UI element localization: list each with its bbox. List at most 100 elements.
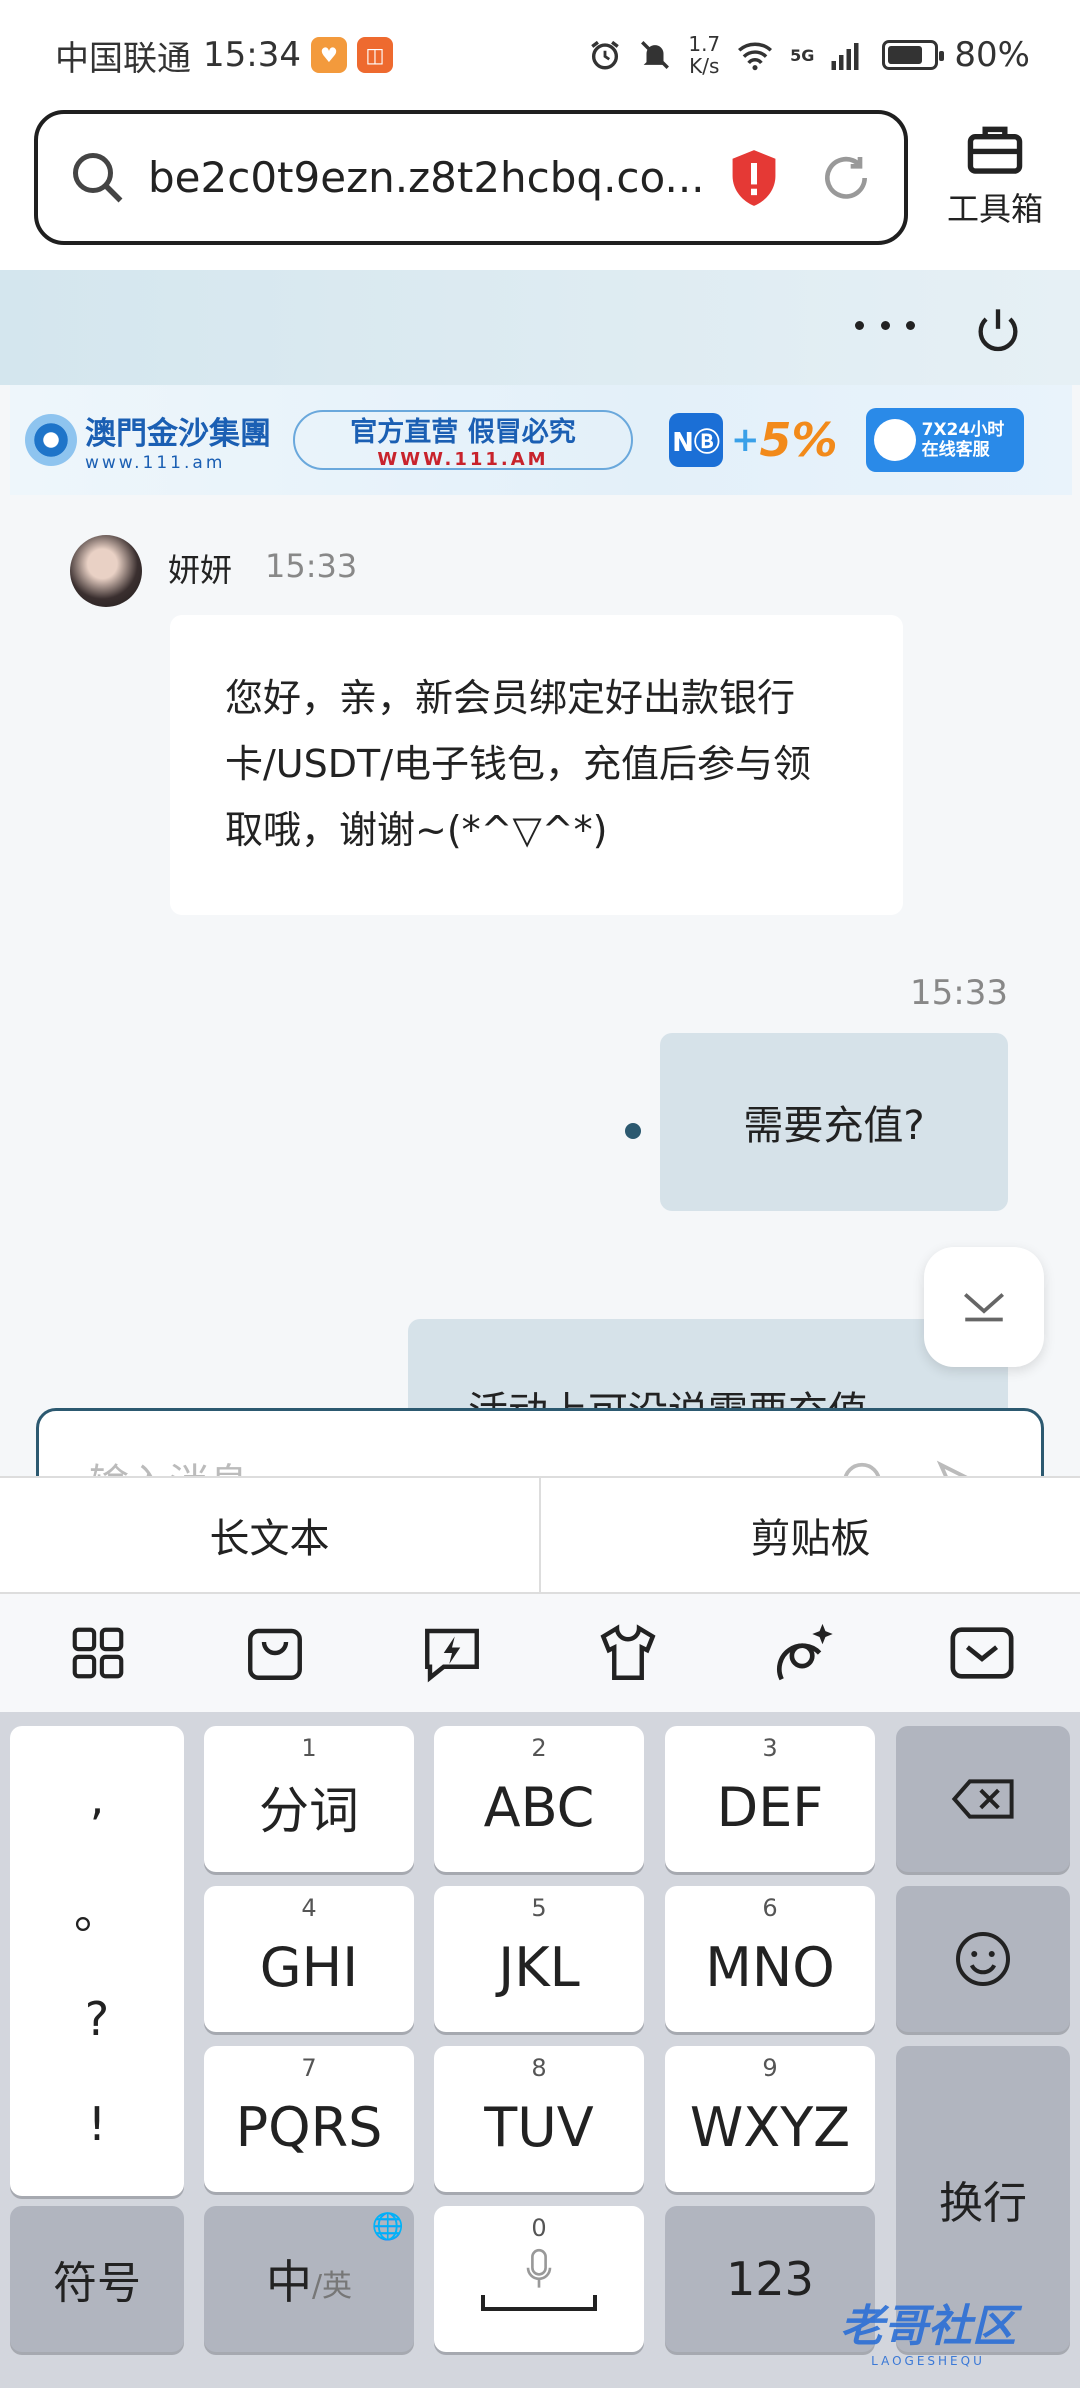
network-type: 5G (790, 45, 815, 65)
collapse-keyboard-icon (950, 1627, 1014, 1679)
backspace-key[interactable] (896, 1726, 1070, 1872)
status-bar: 中国联通 15:34 ♥ ◫ 1.7 K/s 5G 80% (0, 0, 1080, 110)
hide-keyboard-button[interactable] (942, 1613, 1022, 1693)
ai-avatar-icon (776, 1623, 833, 1681)
banner-slogan-line1: 官方直营 假冒必究 (350, 417, 576, 448)
banner-slogan: 官方直营 假冒必究 WWW.111.AM (293, 410, 633, 470)
banner-brand: 澳門金沙集團 (85, 415, 271, 452)
space-key[interactable]: 0 (434, 2206, 644, 2352)
refresh-icon[interactable] (818, 150, 874, 206)
signal-icon (831, 43, 859, 70)
clipboard-button[interactable]: 剪贴板 (539, 1478, 1080, 1592)
key-9[interactable]: 9 WXYZ (665, 2046, 875, 2192)
punct-exclaim[interactable]: ! (88, 2097, 106, 2151)
watermark-subtitle: LAOGESHEQU (871, 2354, 985, 2368)
language-switch-key[interactable]: 🌐 中 /英 (204, 2206, 414, 2352)
watermark-title: 老哥社区 (840, 2301, 1016, 2352)
shopping-bag-icon (248, 1628, 302, 1680)
wifi-icon (738, 42, 773, 71)
key-2[interactable]: 2 ABC (434, 1726, 644, 1872)
network-speed-value: 1.7 (688, 32, 721, 56)
security-warning-icon[interactable] (728, 148, 780, 208)
chat-area[interactable]: 妍妍 15:33 您好，亲，新会员绑定好出款银行卡/USDT/电子钱包，充值后参… (0, 495, 1080, 1475)
scroll-to-bottom-button[interactable] (924, 1247, 1044, 1367)
backspace-icon (951, 1779, 1014, 1819)
grid-icon (73, 1627, 124, 1679)
browser-toolbar: be2c0t9ezn.z8t2hcbq.co... 工具箱 (0, 110, 1080, 270)
keyboard: , 。 ? ! 1 分词 2 ABC 3 DEF 4 GHI 5 JKL 6 MNO 7 PQ… (0, 1712, 1080, 2388)
space-num: 0 (531, 2214, 547, 2242)
globe-icon: 🌐 (371, 2212, 404, 2242)
numbers-label: 123 (726, 2252, 814, 2306)
banner-brand-url: www.111.am (85, 452, 226, 473)
banner-percent: 5% (759, 413, 838, 467)
service-line1: 7X24小时 (921, 420, 1005, 440)
apps-grid-button[interactable] (58, 1613, 138, 1693)
battery-percent: 80% (954, 35, 1030, 75)
mute-icon (641, 41, 670, 69)
watermark: 老哥社区 LAOGESHEQU (840, 2290, 1016, 2368)
sender-time: 15:33 (265, 547, 358, 585)
key-6[interactable]: 6 MNO (665, 1886, 875, 2032)
banner-logo: 澳門金沙集團 www.111.am (25, 408, 271, 473)
power-icon[interactable] (972, 305, 1024, 357)
space-bar-icon (481, 2295, 597, 2311)
symbols-key[interactable]: 符号 (10, 2206, 184, 2352)
nb-badge: NⒷ (669, 413, 723, 467)
keyboard-suggestion-bar: 长文本 剪贴板 (0, 1476, 1080, 1594)
key-4[interactable]: 4 GHI (204, 1886, 414, 2032)
skin-button[interactable] (588, 1613, 668, 1693)
headset-icon (873, 419, 916, 461)
outgoing-message[interactable]: 需要充值? (660, 1033, 1008, 1211)
punct-question[interactable]: ? (85, 1992, 109, 2046)
key-7[interactable]: 7 PQRS (204, 2046, 414, 2192)
shopping-bag-button[interactable] (235, 1613, 315, 1693)
status-right: 1.7 K/s 5G 80% (588, 33, 1030, 77)
banner-plus: + (731, 420, 760, 460)
key-8[interactable]: 8 TUV (434, 2046, 644, 2192)
service-line2: 在线客服 (921, 440, 990, 460)
avatar[interactable] (70, 535, 142, 607)
lightning-chat-icon (424, 1628, 479, 1683)
punctuation-column: , 。 ? ! (10, 1726, 184, 2196)
quick-reply-button[interactable] (412, 1613, 492, 1693)
address-bar[interactable]: be2c0t9ezn.z8t2hcbq.co... (34, 110, 908, 245)
emoji-key[interactable] (896, 1886, 1070, 2032)
enter-label: 换行 (939, 2178, 1027, 2229)
toolbox-label: 工具箱 (946, 190, 1043, 228)
battery-fill (888, 46, 923, 64)
notification-app-icon-2: ◫ (356, 37, 393, 73)
sent-status-dot (625, 1123, 641, 1139)
outgoing-time: 15:33 (910, 973, 1008, 1013)
punct-period[interactable]: 。 (74, 1876, 120, 1942)
toolbox-button[interactable]: 工具箱 (940, 122, 1050, 230)
notification-app-icon: ♥ (310, 37, 347, 73)
more-options-button[interactable] (855, 300, 915, 350)
status-left: 中国联通 15:34 ♥ ◫ (55, 31, 393, 80)
symbols-label: 符号 (53, 2258, 141, 2309)
lang-main: 中 (265, 2255, 312, 2309)
sun-logo-icon (25, 414, 77, 466)
incoming-message[interactable]: 您好，亲，新会员绑定好出款银行卡/USDT/电子钱包，充值后参与领取哦，谢谢~(… (170, 615, 903, 915)
key-1[interactable]: 1 分词 (204, 1726, 414, 1872)
online-service-badge: 7X24小时 在线客服 (865, 408, 1024, 472)
toolbox-icon (967, 126, 1023, 174)
key-5[interactable]: 5 JKL (434, 1886, 644, 2032)
network-speed: 1.7 K/s (688, 33, 720, 77)
ai-assistant-button[interactable] (765, 1613, 845, 1693)
lang-alt: /英 (311, 2269, 353, 2304)
tshirt-icon (600, 1624, 656, 1680)
keyboard-toolbar (0, 1594, 1080, 1712)
url-text[interactable]: be2c0t9ezn.z8t2hcbq.co... (148, 153, 728, 202)
punct-comma[interactable]: , (90, 1771, 105, 1825)
chat-header (0, 270, 1080, 385)
key-3[interactable]: 3 DEF (665, 1726, 875, 1872)
chevron-down-icon (964, 1293, 1004, 1322)
network-speed-unit: K/s (689, 54, 720, 78)
smiley-icon (956, 1932, 1010, 1986)
long-text-button[interactable]: 长文本 (0, 1478, 539, 1592)
microphone-icon (526, 2248, 552, 2288)
search-icon (73, 152, 123, 202)
promo-banner[interactable]: 澳門金沙集團 www.111.am 官方直营 假冒必究 WWW.111.AM N… (10, 385, 1072, 495)
banner-slogan-line2: WWW.111.AM (377, 449, 549, 470)
